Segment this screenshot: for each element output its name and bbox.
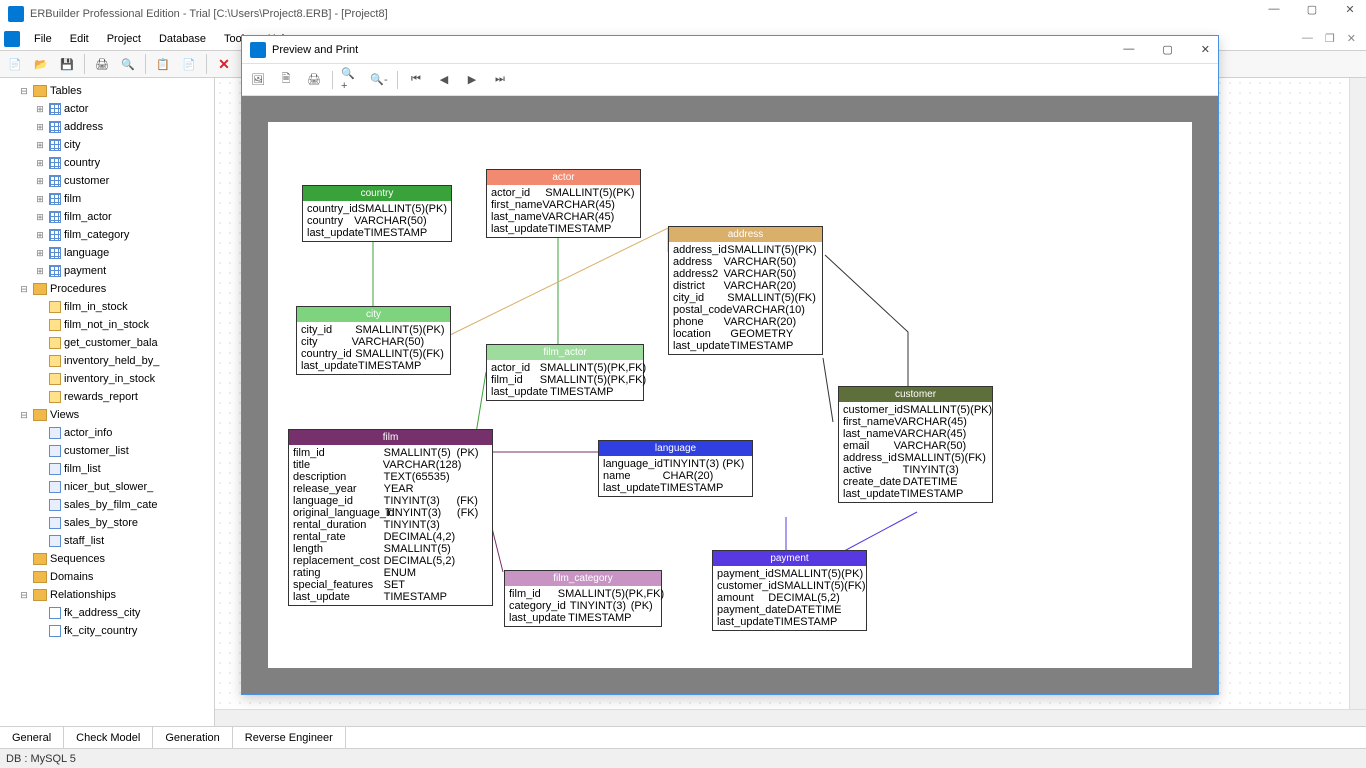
er-table-country[interactable]: countrycountry_idSMALLINT(5)(PK)countryV… <box>302 185 452 242</box>
prev-page-icon[interactable]: ◀ <box>434 70 454 90</box>
preview-canvas[interactable]: countrycountry_idSMALLINT(5)(PK)countryV… <box>242 96 1218 694</box>
preview-page: countrycountry_idSMALLINT(5)(PK)countryV… <box>268 122 1192 668</box>
image-icon[interactable]: 🖼 <box>248 70 268 90</box>
er-table-customer[interactable]: customercustomer_idSMALLINT(5)(PK)first_… <box>838 386 993 503</box>
tree-domains[interactable]: Domains <box>0 568 214 586</box>
tree-item-city[interactable]: ⊞city <box>0 136 214 154</box>
mdi-restore-icon[interactable]: ❐ <box>1325 32 1335 45</box>
tree-item-language[interactable]: ⊞language <box>0 244 214 262</box>
tree-item-fk_address_city[interactable]: fk_address_city <box>0 604 214 622</box>
new-icon[interactable]: 📄 <box>4 53 26 75</box>
tree-item-sales_by_film_cate[interactable]: sales_by_film_cate <box>0 496 214 514</box>
tree-item-film_list[interactable]: film_list <box>0 460 214 478</box>
er-table-payment[interactable]: paymentpayment_idSMALLINT(5)(PK)customer… <box>712 550 867 631</box>
delete-icon[interactable]: ✕ <box>213 53 235 75</box>
app-icon <box>8 6 24 22</box>
tree-item-film_in_stock[interactable]: film_in_stock <box>0 298 214 316</box>
preview-maximize-icon[interactable]: ▢ <box>1162 43 1172 56</box>
preview-minimize-icon[interactable]: — <box>1123 43 1134 56</box>
print-icon[interactable]: 🖨 <box>304 70 324 90</box>
tree-item-staff_list[interactable]: staff_list <box>0 532 214 550</box>
tree-item-address[interactable]: ⊞address <box>0 118 214 136</box>
tree-procedures[interactable]: ⊟Procedures <box>0 280 214 298</box>
tab-reverse-engineer[interactable]: Reverse Engineer <box>233 727 346 748</box>
tree-item-get_customer_bala[interactable]: get_customer_bala <box>0 334 214 352</box>
scrollbar-horizontal[interactable] <box>215 709 1366 726</box>
last-page-icon[interactable]: ⏭ <box>490 70 510 90</box>
er-table-actor[interactable]: actoractor_idSMALLINT(5)(PK)first_nameVA… <box>486 169 641 238</box>
er-table-film_category[interactable]: film_categoryfilm_idSMALLINT(5)(PK,FK)ca… <box>504 570 662 627</box>
tab-generation[interactable]: Generation <box>153 727 232 748</box>
first-page-icon[interactable]: ⏮ <box>406 70 426 90</box>
tab-check-model[interactable]: Check Model <box>64 727 153 748</box>
mdi-controls: — ❐ ✕ <box>1302 32 1356 45</box>
tree-item-nicer_but_slower_[interactable]: nicer_but_slower_ <box>0 478 214 496</box>
tree-relationships[interactable]: ⊟Relationships <box>0 586 214 604</box>
menu-project[interactable]: Project <box>99 31 149 47</box>
bottom-tabs: General Check Model Generation Reverse E… <box>0 726 1366 748</box>
tree-item-film[interactable]: ⊞film <box>0 190 214 208</box>
er-table-film[interactable]: filmfilm_idSMALLINT(5)(PK)titleVARCHAR(1… <box>288 429 493 606</box>
tree-item-actor[interactable]: ⊞actor <box>0 100 214 118</box>
zoom-in-icon[interactable]: 🔍+ <box>341 70 361 90</box>
mdi-minimize-icon[interactable]: — <box>1302 32 1313 45</box>
paste-icon[interactable]: 📄 <box>178 53 200 75</box>
zoom-out-icon[interactable]: 🔍- <box>369 70 389 90</box>
tree-item-customer[interactable]: ⊞customer <box>0 172 214 190</box>
print-icon[interactable]: 🖨 <box>91 53 113 75</box>
er-table-language[interactable]: languagelanguage_idTINYINT(3)(PK)nameCHA… <box>598 440 753 497</box>
tree-item-film_not_in_stock[interactable]: film_not_in_stock <box>0 316 214 334</box>
er-table-film_actor[interactable]: film_actoractor_idSMALLINT(5)(PK,FK)film… <box>486 344 644 401</box>
preview-close-icon[interactable]: ✕ <box>1201 43 1210 56</box>
preview-window: Preview and Print — ▢ ✕ 🖼 🗎 🖨 🔍+ 🔍- ⏮ ◀ … <box>241 35 1219 695</box>
tree-item-film_category[interactable]: ⊞film_category <box>0 226 214 244</box>
window-controls: — ▢ ✕ <box>1266 3 1358 16</box>
tree-item-inventory_held_by_[interactable]: inventory_held_by_ <box>0 352 214 370</box>
menu-file[interactable]: File <box>26 31 60 47</box>
next-page-icon[interactable]: ▶ <box>462 70 482 90</box>
app-title: ERBuilder Professional Edition - Trial [… <box>30 8 388 20</box>
tree-item-payment[interactable]: ⊞payment <box>0 262 214 280</box>
tree-item-actor_info[interactable]: actor_info <box>0 424 214 442</box>
copy-icon[interactable]: 📋 <box>152 53 174 75</box>
object-tree[interactable]: ⊟Tables ⊞actor⊞address⊞city⊞country⊞cust… <box>0 78 215 726</box>
scrollbar-vertical[interactable] <box>1349 78 1366 726</box>
tab-general[interactable]: General <box>0 727 64 748</box>
menu-database[interactable]: Database <box>151 31 214 47</box>
er-table-city[interactable]: citycity_idSMALLINT(5)(PK)cityVARCHAR(50… <box>296 306 451 375</box>
menu-edit[interactable]: Edit <box>62 31 97 47</box>
minimize-icon[interactable]: — <box>1266 3 1282 16</box>
save-icon[interactable]: 💾 <box>56 53 78 75</box>
export-icon[interactable]: 🗎 <box>276 70 296 90</box>
preview-title-bar[interactable]: Preview and Print — ▢ ✕ <box>242 36 1218 64</box>
menu-app-icon <box>4 31 20 47</box>
preview-app-icon <box>250 42 266 58</box>
app-title-bar: ERBuilder Professional Edition - Trial [… <box>0 0 1366 28</box>
preview-title: Preview and Print <box>272 44 358 56</box>
close-icon[interactable]: ✕ <box>1342 3 1358 16</box>
open-icon[interactable]: 📂 <box>30 53 52 75</box>
tree-views[interactable]: ⊟Views <box>0 406 214 424</box>
tree-item-film_actor[interactable]: ⊞film_actor <box>0 208 214 226</box>
tree-item-sales_by_store[interactable]: sales_by_store <box>0 514 214 532</box>
er-table-address[interactable]: addressaddress_idSMALLINT(5)(PK)addressV… <box>668 226 823 355</box>
tree-item-inventory_in_stock[interactable]: inventory_in_stock <box>0 370 214 388</box>
mdi-close-icon[interactable]: ✕ <box>1347 32 1356 45</box>
tree-tables[interactable]: ⊟Tables <box>0 82 214 100</box>
status-bar: DB : MySQL 5 <box>0 748 1366 768</box>
tree-item-fk_city_country[interactable]: fk_city_country <box>0 622 214 640</box>
tree-item-rewards_report[interactable]: rewards_report <box>0 388 214 406</box>
tree-item-customer_list[interactable]: customer_list <box>0 442 214 460</box>
preview-toolbar: 🖼 🗎 🖨 🔍+ 🔍- ⏮ ◀ ▶ ⏭ <box>242 64 1218 96</box>
maximize-icon[interactable]: ▢ <box>1304 3 1320 16</box>
db-status: DB : MySQL 5 <box>6 753 76 765</box>
tree-item-country[interactable]: ⊞country <box>0 154 214 172</box>
preview-icon[interactable]: 🔍 <box>117 53 139 75</box>
tree-sequences[interactable]: Sequences <box>0 550 214 568</box>
